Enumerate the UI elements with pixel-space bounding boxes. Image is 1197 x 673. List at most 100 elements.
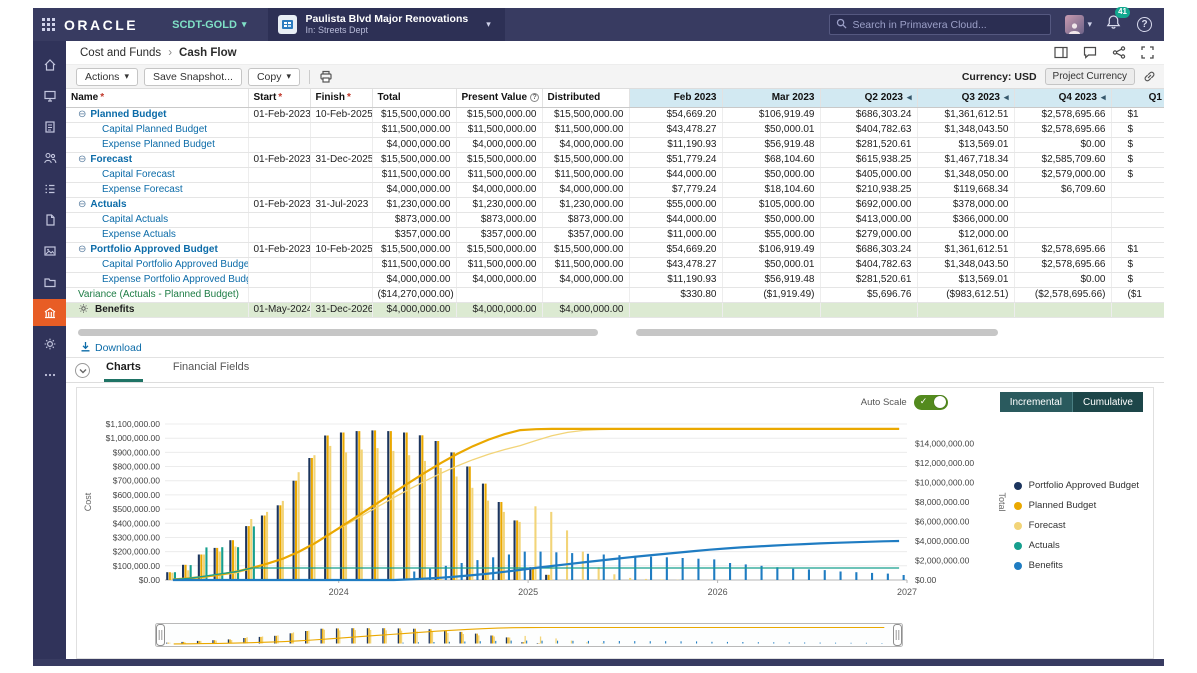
sidebar-item-scope[interactable]: [33, 113, 66, 140]
legend-item[interactable]: Portfolio Approved Budget: [1014, 480, 1139, 491]
collapse-row-icon[interactable]: ⊖: [78, 244, 86, 255]
table-row[interactable]: Capital Actuals$873,000.00$873,000.00$87…: [66, 212, 1164, 227]
collapse-column-icon[interactable]: ◂: [907, 92, 912, 102]
fullscreen-icon[interactable]: [1141, 46, 1154, 59]
row-name-cell: Capital Planned Budget: [66, 122, 248, 137]
cumulative-button[interactable]: Cumulative: [1073, 392, 1143, 412]
column-header[interactable]: Finish*: [310, 89, 372, 107]
table-row[interactable]: Variance (Actuals - Planned Budget)($14,…: [66, 287, 1164, 302]
column-header[interactable]: Q1 2024◂: [1111, 89, 1164, 107]
column-header[interactable]: Present Value?: [456, 89, 542, 107]
table-row[interactable]: Capital Portfolio Approved Budget $11,500…: [66, 257, 1164, 272]
row-name[interactable]: Capital Actuals: [102, 214, 168, 225]
table-cell: $11,500,000.00: [372, 257, 456, 272]
row-name[interactable]: Expense Forecast: [102, 184, 183, 195]
print-icon[interactable]: [319, 70, 333, 83]
fixed-columns-scrollbar[interactable]: [78, 329, 598, 336]
row-name[interactable]: Planned Budget: [90, 109, 166, 120]
search-input[interactable]: [852, 19, 1044, 31]
table-cell: $2,578,695.66: [1014, 242, 1111, 257]
column-header[interactable]: Distributed: [542, 89, 629, 107]
workspace-selector[interactable]: SCDT-GOLD ▾: [172, 19, 246, 31]
project-selector[interactable]: Paulista Blvd Major Renovations In: Stre…: [268, 8, 504, 41]
table-row[interactable]: ⊖Forecast01-Feb-202331-Dec-2025$15,500,0…: [66, 152, 1164, 167]
sidebar-item-files[interactable]: [33, 268, 66, 295]
table-row[interactable]: Capital Forecast$11,500,000.00$11,500,00…: [66, 167, 1164, 182]
tab-financial-fields[interactable]: Financial Fields: [171, 356, 251, 382]
oracle-logo: ORACLE: [64, 17, 138, 33]
legend-item[interactable]: Forecast: [1014, 520, 1139, 531]
sidebar-item-gallery[interactable]: [33, 237, 66, 264]
column-header[interactable]: Q4 2023◂: [1014, 89, 1111, 107]
share-icon[interactable]: [1112, 46, 1126, 59]
svg-text:$12,000,000.00: $12,000,000.00: [915, 458, 974, 468]
column-header[interactable]: Feb 2023: [629, 89, 722, 107]
table-row[interactable]: ⊖Planned Budget01-Feb-202310-Feb-2025$15…: [66, 107, 1164, 122]
detail-panel-icon[interactable]: [1054, 46, 1068, 59]
slider-handle-right[interactable]: [894, 625, 902, 646]
slider-handle-left[interactable]: [157, 625, 165, 646]
save-snapshot-button[interactable]: Save Snapshot...: [144, 68, 242, 86]
legend-item[interactable]: Benefits: [1014, 560, 1139, 571]
sidebar-item-portfolio[interactable]: [33, 82, 66, 109]
table-row[interactable]: Capital Planned Budget$11,500,000.00$11,…: [66, 122, 1164, 137]
table-row[interactable]: ⊖Portfolio Approved Budget01-Feb-202310-…: [66, 242, 1164, 257]
column-header[interactable]: Q2 2023◂: [820, 89, 917, 107]
sidebar-item-home[interactable]: [33, 51, 66, 78]
help-button[interactable]: ?: [1137, 17, 1152, 32]
table-row[interactable]: Expense Forecast$4,000,000.00$4,000,000.…: [66, 182, 1164, 197]
row-settings-icon[interactable]: [78, 303, 89, 314]
collapse-row-icon[interactable]: ⊖: [78, 199, 86, 210]
info-icon[interactable]: ?: [530, 93, 539, 102]
copy-button[interactable]: Copy▾: [248, 68, 300, 86]
chart-overview-slider[interactable]: [155, 623, 1153, 652]
collapse-column-icon[interactable]: ◂: [1101, 92, 1106, 102]
user-menu[interactable]: ▾: [1065, 15, 1092, 34]
sidebar-item-settings[interactable]: [33, 330, 66, 357]
download-link[interactable]: Download: [80, 341, 142, 355]
row-name[interactable]: Expense Planned Budget: [102, 139, 215, 150]
collapse-column-icon[interactable]: ◂: [1004, 92, 1009, 102]
incremental-button[interactable]: Incremental: [1000, 392, 1073, 412]
time-columns-scrollbar[interactable]: [636, 329, 998, 336]
actions-button[interactable]: Actions▾: [76, 68, 138, 86]
row-name[interactable]: Forecast: [90, 154, 132, 165]
app-switcher-icon[interactable]: [42, 18, 56, 32]
row-name[interactable]: Expense Portfolio Approved Budget: [102, 274, 248, 285]
row-name[interactable]: Actuals: [90, 199, 126, 210]
sidebar-item-documents[interactable]: [33, 206, 66, 233]
column-header[interactable]: Start*: [248, 89, 310, 107]
collapse-row-icon[interactable]: ⊖: [78, 109, 86, 120]
table-row[interactable]: Benefits01-May-202431-Dec-2026$4,000,000…: [66, 302, 1164, 317]
link-icon[interactable]: [1143, 70, 1156, 83]
sidebar-item-more[interactable]: [33, 361, 66, 388]
sidebar-item-tasks[interactable]: [33, 175, 66, 202]
legend-item[interactable]: Planned Budget: [1014, 500, 1139, 511]
row-name[interactable]: Capital Planned Budget: [102, 124, 207, 135]
column-header[interactable]: Name*: [66, 89, 248, 107]
column-header[interactable]: Q3 2023◂: [917, 89, 1014, 107]
tab-charts[interactable]: Charts: [104, 356, 143, 382]
currency-mode-button[interactable]: Project Currency: [1045, 68, 1135, 85]
table-row[interactable]: ⊖Actuals01-Feb-202331-Jul-2023$1,230,000…: [66, 197, 1164, 212]
table-cell: [310, 167, 372, 182]
column-header[interactable]: Mar 2023: [722, 89, 820, 107]
sidebar-item-resources[interactable]: [33, 144, 66, 171]
column-header[interactable]: Total: [372, 89, 456, 107]
comments-icon[interactable]: [1083, 46, 1097, 59]
collapse-row-icon[interactable]: ⊖: [78, 154, 86, 165]
breadcrumb-parent[interactable]: Cost and Funds: [80, 47, 161, 59]
auto-scale-toggle[interactable]: ✓: [914, 395, 948, 410]
table-row[interactable]: Expense Portfolio Approved Budget$4,000,…: [66, 272, 1164, 287]
collapse-panel-button[interactable]: [75, 363, 90, 378]
legend-item[interactable]: Actuals: [1014, 540, 1139, 551]
row-name[interactable]: Capital Forecast: [102, 169, 175, 180]
sidebar-item-cost-and-funds[interactable]: [33, 299, 66, 326]
row-name[interactable]: Expense Actuals: [102, 229, 176, 240]
table-row[interactable]: Expense Actuals$357,000.00$357,000.00$35…: [66, 227, 1164, 242]
row-name[interactable]: Portfolio Approved Budget: [90, 244, 217, 255]
notifications-button[interactable]: 41: [1106, 14, 1121, 35]
row-name[interactable]: Capital Portfolio Approved Budget: [102, 259, 248, 270]
global-search[interactable]: [829, 14, 1051, 35]
table-row[interactable]: Expense Planned Budget$4,000,000.00$4,00…: [66, 137, 1164, 152]
